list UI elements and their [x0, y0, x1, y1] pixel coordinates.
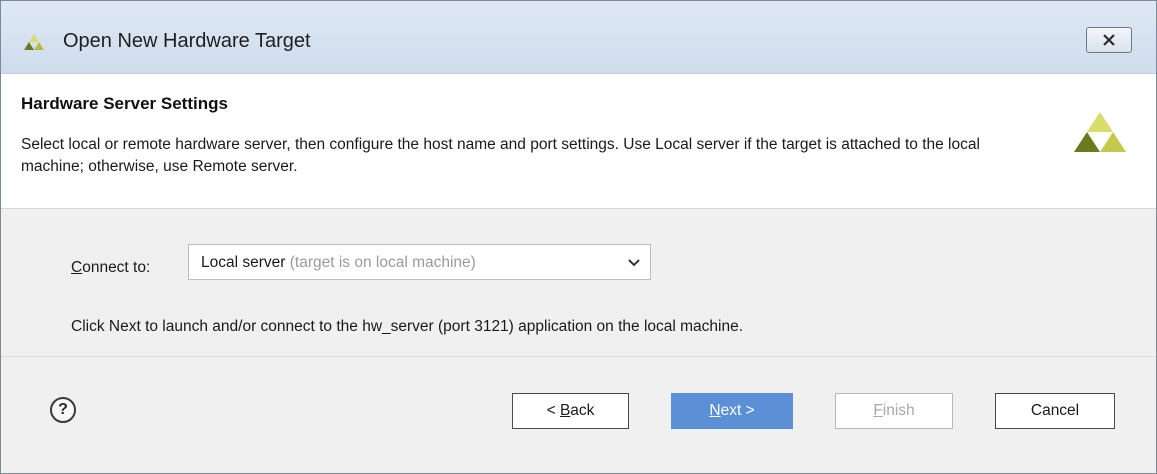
finish-button[interactable]: Finish: [835, 393, 953, 429]
info-text: Click Next to launch and/or connect to t…: [71, 318, 744, 335]
back-button[interactable]: < Back: [512, 393, 629, 429]
close-button[interactable]: [1086, 27, 1132, 53]
next-button[interactable]: Next >: [671, 393, 793, 429]
dialog-window: Open New Hardware Target Hardware Server…: [0, 0, 1157, 474]
xilinx-logo-icon: [1073, 104, 1127, 158]
close-icon: [1103, 34, 1115, 46]
connect-to-selected-value: Local server (target is on local machine…: [201, 254, 476, 271]
page-title: Hardware Server Settings: [21, 94, 228, 113]
title-bar: Open New Hardware Target: [1, 1, 1156, 74]
xilinx-logo-icon: [23, 32, 45, 52]
connect-to-label: Connect to:: [71, 259, 151, 276]
settings-content: Connect to: Local server (target is on l…: [1, 209, 1156, 355]
chevron-down-icon: [628, 259, 640, 267]
button-bar: ? < Back Next > Finish Cancel: [1, 357, 1156, 473]
page-description: Select local or remote hardware server, …: [21, 136, 980, 175]
header-panel: Hardware Server Settings Select local or…: [1, 74, 1156, 209]
help-button[interactable]: ?: [50, 397, 76, 423]
connect-to-select[interactable]: Local server (target is on local machine…: [188, 244, 651, 280]
cancel-button[interactable]: Cancel: [995, 393, 1115, 429]
window-title: Open New Hardware Target: [63, 30, 311, 52]
